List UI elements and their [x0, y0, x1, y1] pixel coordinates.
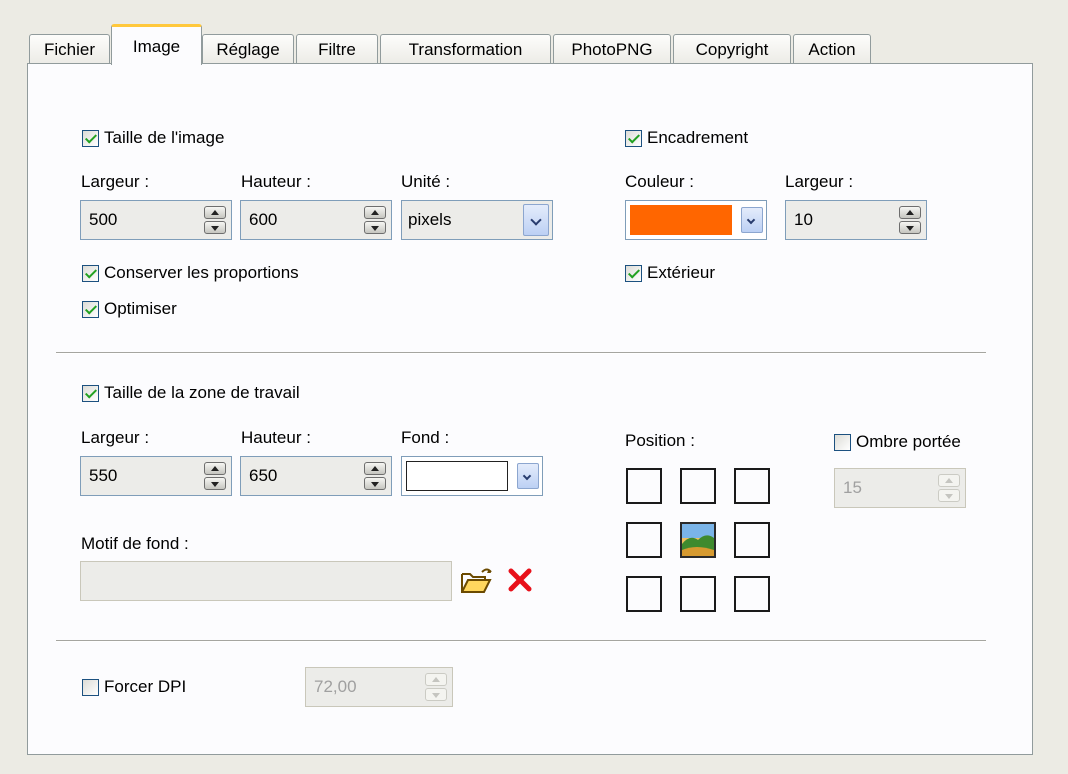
tab-action[interactable]: Action: [793, 34, 871, 64]
spin-up-button[interactable]: [364, 462, 386, 475]
checkbox-box[interactable]: [82, 300, 99, 318]
workspace-height-label: Hauteur :: [241, 428, 311, 447]
background-label: Fond :: [401, 428, 450, 447]
unit-select[interactable]: pixels: [401, 200, 553, 240]
checkbox-box[interactable]: [625, 129, 642, 147]
position-top-center[interactable]: [680, 468, 716, 504]
pattern-label: Motif de fond :: [81, 534, 189, 553]
tab-fichier[interactable]: Fichier: [29, 34, 110, 64]
frame-width-label: Largeur :: [785, 172, 854, 191]
tab-filtre[interactable]: Filtre: [296, 34, 378, 64]
force-dpi-checkbox[interactable]: Forcer DPI: [82, 676, 186, 698]
background-color-picker[interactable]: [401, 456, 543, 496]
workspace-size-checkbox[interactable]: Taille de la zone de travail: [82, 382, 300, 404]
spin-down-button[interactable]: [204, 221, 226, 234]
tab-reglage[interactable]: Réglage: [202, 34, 294, 64]
background-color-swatch: [406, 461, 508, 491]
workspace-height-spinner[interactable]: 650: [240, 456, 392, 496]
frame-label: Encadrement: [647, 128, 749, 147]
spin-down-button[interactable]: [364, 221, 386, 234]
position-bottom-right[interactable]: [734, 576, 770, 612]
force-dpi-label: Forcer DPI: [104, 677, 187, 696]
checkbox-box[interactable]: [834, 433, 851, 451]
spin-up-button[interactable]: [938, 474, 960, 487]
tab-panel-image: Taille de l'image Largeur : Hauteur : Un…: [27, 63, 1033, 755]
position-bottom-center[interactable]: [680, 576, 716, 612]
position-label: Position :: [625, 431, 695, 450]
landscape-image-icon: [680, 522, 716, 558]
dpi-spinner[interactable]: 72,00: [305, 667, 453, 707]
frame-outside-checkbox[interactable]: Extérieur: [625, 262, 715, 284]
tab-image[interactable]: Image: [111, 24, 202, 65]
optimize-checkbox[interactable]: Optimiser: [82, 298, 177, 320]
image-width-label: Largeur :: [81, 172, 150, 191]
image-height-value: 600: [249, 210, 278, 229]
checkbox-box[interactable]: [82, 264, 99, 282]
tab-copyright[interactable]: Copyright: [673, 34, 791, 64]
image-size-label: Taille de l'image: [104, 128, 225, 147]
frame-outside-label: Extérieur: [647, 263, 716, 282]
unit-select-value: pixels: [408, 210, 452, 229]
image-size-checkbox[interactable]: Taille de l'image: [82, 127, 224, 149]
spin-down-button[interactable]: [364, 477, 386, 490]
position-center[interactable]: [680, 522, 716, 558]
workspace-width-value: 550: [89, 466, 118, 485]
spin-down-button[interactable]: [425, 688, 447, 701]
keep-ratio-checkbox[interactable]: Conserver les proportions: [82, 262, 299, 284]
image-height-spinner[interactable]: 600: [240, 200, 392, 240]
tab-transformation[interactable]: Transformation: [380, 34, 551, 64]
checkbox-box[interactable]: [625, 264, 642, 282]
spin-up-button[interactable]: [425, 673, 447, 686]
frame-color-swatch: [630, 205, 732, 235]
shadow-spinner[interactable]: 15: [834, 468, 966, 508]
spin-down-button[interactable]: [938, 489, 960, 502]
frame-color-picker[interactable]: [625, 200, 767, 240]
frame-color-label: Couleur :: [625, 172, 694, 191]
position-top-right[interactable]: [734, 468, 770, 504]
optimize-label: Optimiser: [104, 299, 177, 318]
shadow-checkbox[interactable]: Ombre portée: [834, 431, 961, 453]
dpi-value: 72,00: [314, 677, 357, 696]
image-unit-label: Unité :: [401, 172, 451, 191]
chevron-down-icon[interactable]: [523, 204, 549, 236]
folder-open-icon[interactable]: [460, 566, 494, 596]
image-height-label: Hauteur :: [241, 172, 311, 191]
spin-up-button[interactable]: [204, 206, 226, 219]
spin-up-button[interactable]: [204, 462, 226, 475]
image-width-value: 500: [89, 210, 118, 229]
pattern-path-field[interactable]: [80, 561, 452, 601]
checkbox-box[interactable]: [82, 678, 99, 696]
position-middle-left[interactable]: [626, 522, 662, 558]
tab-photopng[interactable]: PhotoPNG: [553, 34, 671, 64]
spin-down-button[interactable]: [899, 221, 921, 234]
spin-down-button[interactable]: [204, 477, 226, 490]
position-top-left[interactable]: [626, 468, 662, 504]
checkbox-box[interactable]: [82, 384, 99, 402]
divider: [56, 352, 986, 354]
chevron-down-icon[interactable]: [741, 207, 763, 233]
workspace-size-label: Taille de la zone de travail: [104, 383, 300, 402]
frame-width-value: 10: [794, 210, 813, 229]
position-middle-right[interactable]: [734, 522, 770, 558]
delete-x-icon[interactable]: [507, 567, 533, 593]
spin-up-button[interactable]: [899, 206, 921, 219]
position-bottom-left[interactable]: [626, 576, 662, 612]
chevron-down-icon[interactable]: [517, 463, 539, 489]
frame-checkbox[interactable]: Encadrement: [625, 127, 748, 149]
spin-up-button[interactable]: [364, 206, 386, 219]
workspace-width-label: Largeur :: [81, 428, 150, 447]
shadow-value: 15: [843, 478, 862, 497]
shadow-label: Ombre portée: [856, 432, 961, 451]
checkbox-box[interactable]: [82, 129, 99, 147]
image-width-spinner[interactable]: 500: [80, 200, 232, 240]
workspace-height-value: 650: [249, 466, 278, 485]
keep-ratio-label: Conserver les proportions: [104, 263, 299, 282]
frame-width-spinner[interactable]: 10: [785, 200, 927, 240]
divider: [56, 640, 986, 642]
workspace-width-spinner[interactable]: 550: [80, 456, 232, 496]
